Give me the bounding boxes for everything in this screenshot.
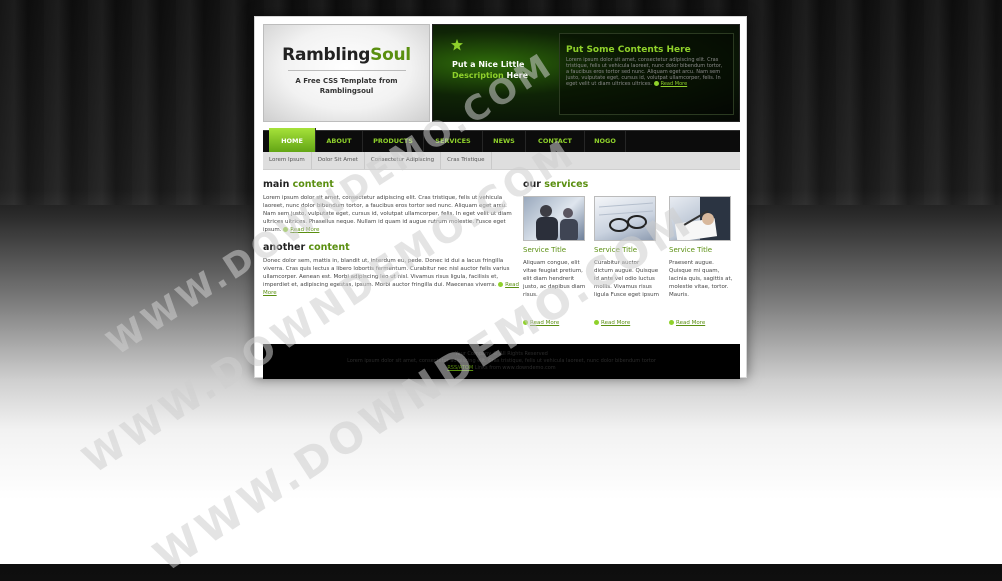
service-text: Curabitur auctor dictum augue. Quisque i… <box>594 260 659 298</box>
service-title[interactable]: Service Title <box>523 246 589 254</box>
service-title[interactable]: Service Title <box>669 246 735 254</box>
people-photo-icon <box>536 205 578 240</box>
services-heading-a: our <box>523 179 545 190</box>
services-list: Service Title Aliquam congue, elit vitae… <box>523 196 740 336</box>
footer-copyright: Your Company © All Rights Reserved <box>455 351 548 357</box>
content-area: main content Lorem ipsum dolor sit amet,… <box>263 179 740 337</box>
subnav-item-lorem-ipsum[interactable]: Lorem Ipsum <box>263 152 312 169</box>
service-card: Service Title Praesent augue. Quisque mi… <box>669 196 735 326</box>
service-read-more: Read More <box>594 320 630 326</box>
subnav-item-consectetur[interactable]: Consectetur Adipiscing <box>365 152 442 169</box>
services-heading: our services <box>523 179 740 190</box>
service-title[interactable]: Service Title <box>594 246 660 254</box>
main-content-heading-b: content <box>292 179 334 190</box>
bullet-icon <box>283 227 289 232</box>
bullet-icon <box>594 320 599 325</box>
hero-tagline-line2: Description Here <box>452 70 528 81</box>
bullet-icon <box>498 282 504 287</box>
footer-rss-link[interactable]: RSS/ATOM <box>447 365 473 371</box>
service-text: Praesent augue. Quisque mi quam, lacinia… <box>669 260 733 298</box>
footer-text: Lorem ipsum dolor sit amet, consectetur … <box>347 358 656 364</box>
hero-tagline-highlight: Description <box>452 71 504 80</box>
logo-subtitle-line2: Ramblingsoul <box>319 87 374 95</box>
hero-content-text: Lorem ipsum dolor sit amet, consectetur … <box>566 57 727 87</box>
service-card: Service Title Aliquam congue, elit vitae… <box>523 196 589 326</box>
subnav-item-cras-tristique[interactable]: Cras Tristique <box>441 152 492 169</box>
nav-item-news[interactable]: NEWS <box>483 131 526 152</box>
left-column: main content Lorem ipsum dolor sit amet,… <box>263 179 519 297</box>
subnav-item-dolor-sit-amet[interactable]: Dolor Sit Amet <box>312 152 365 169</box>
hero-tagline-line1: Put a Nice Little <box>452 60 525 69</box>
logo-subtitle-line1: A Free CSS Template from <box>295 77 398 85</box>
main-nav: HOME ABOUT PRODUCTS SERVICES NEWS CONTAC… <box>263 128 740 152</box>
nav-item-products[interactable]: PRODUCTS <box>363 131 424 152</box>
service-image-glasses[interactable] <box>594 196 656 241</box>
service-text: Aliquam congue, elit vitae feugiat preti… <box>523 260 586 298</box>
another-content-heading-a: another <box>263 242 309 253</box>
another-content-body: Donec dolor sem, mattis in, blandit ut, … <box>263 258 510 288</box>
footer: Your Company © All Rights Reserved Lorem… <box>263 344 740 379</box>
main-content-text: Lorem ipsum dolor sit amet, consectetur … <box>263 194 519 234</box>
logo-main: Rambling <box>282 45 371 65</box>
hero-content-title: Put Some Contents Here <box>566 45 691 55</box>
hero-content-box: Put Some Contents Here Lorem ipsum dolor… <box>559 33 734 115</box>
template-preview-frame: RamblingSoul A Free CSS Template from Ra… <box>254 16 747 379</box>
bullet-icon <box>653 81 659 86</box>
logo-accent: Soul <box>370 45 411 65</box>
bullet-icon <box>669 320 674 325</box>
hero-content-body: Lorem ipsum dolor sit amet, consectetur … <box>566 57 723 87</box>
main-read-more-link[interactable]: Read More <box>290 227 319 233</box>
footer-links-text: Links from www.downdemo.com <box>473 365 556 371</box>
nav-item-home[interactable]: HOME <box>269 128 316 152</box>
main-content-heading: main content <box>263 179 519 190</box>
writing-photo-icon <box>674 197 730 240</box>
hero-banner: Put a Nice Little Description Here Put S… <box>432 24 740 122</box>
service-card: Service Title Curabitur auctor dictum au… <box>594 196 660 326</box>
logo-divider <box>287 70 406 71</box>
sub-nav: Lorem Ipsum Dolor Sit Amet Consectetur A… <box>263 152 740 170</box>
bullet-icon <box>523 320 528 325</box>
nav-item-services[interactable]: SERVICES <box>424 131 483 152</box>
hero-read-more-link[interactable]: Read More <box>661 81 688 87</box>
nav-item-about[interactable]: ABOUT <box>316 131 363 152</box>
service-image-team[interactable] <box>523 196 585 241</box>
hero-tagline-rest: Here <box>503 71 529 80</box>
nav-item-contact[interactable]: CONTACT <box>526 131 585 152</box>
service-read-more-link[interactable]: Read More <box>530 320 559 326</box>
glasses-photo-icon <box>598 202 654 232</box>
main-content-heading-a: main <box>263 179 293 190</box>
logo-box[interactable]: RamblingSoul A Free CSS Template from Ra… <box>263 24 430 122</box>
service-read-more: Read More <box>669 320 705 326</box>
another-content-heading-b: content <box>308 242 350 253</box>
star-badge-icon <box>451 39 463 51</box>
another-content-text: Donec dolor sem, mattis in, blandit ut, … <box>263 257 519 297</box>
services-heading-b: services <box>544 179 589 190</box>
service-read-more-link[interactable]: Read More <box>601 320 630 326</box>
logo-subtitle: A Free CSS Template from Ramblingsoul <box>264 76 429 96</box>
footer-links: RSS/ATOM Links from www.downdemo.com <box>263 365 740 372</box>
service-read-more-link[interactable]: Read More <box>676 320 705 326</box>
hero-tagline: Put a Nice Little Description Here <box>452 59 528 81</box>
service-read-more: Read More <box>523 320 559 326</box>
service-image-writing[interactable] <box>669 196 731 241</box>
nav-item-nogo[interactable]: NOGO <box>585 131 626 152</box>
another-content-heading: another content <box>263 242 519 253</box>
logo-title: RamblingSoul <box>264 45 429 65</box>
services-column: our services Service Title Aliquam congu… <box>523 179 740 336</box>
